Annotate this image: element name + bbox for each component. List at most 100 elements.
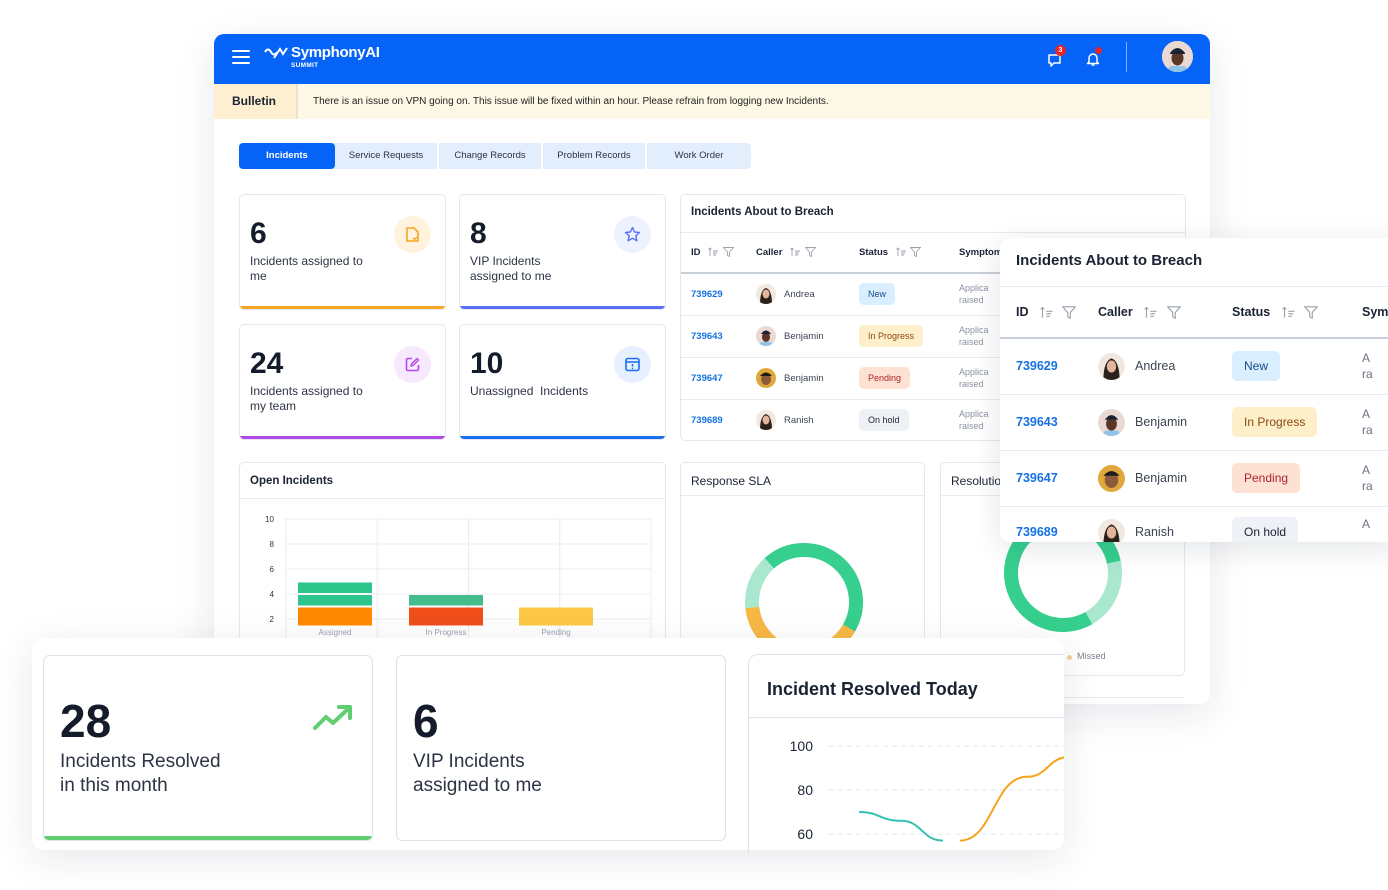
column-label: Caller <box>1098 304 1133 319</box>
y-tick-label: 100 <box>790 738 814 754</box>
tab-change-records[interactable]: Change Records <box>439 143 543 169</box>
edit-icon <box>405 357 420 372</box>
y-tick-label: 8 <box>270 540 275 549</box>
filter-icon[interactable] <box>1166 306 1181 320</box>
column-header-caller[interactable]: Caller <box>1098 287 1232 338</box>
x-tick-label: Pending <box>541 628 570 637</box>
panel-title: Incidents About to Breach <box>1016 252 1203 269</box>
stat-card-vip-assigned[interactable]: 8 VIP Incidents assigned to me <box>459 194 666 310</box>
filter-icon[interactable] <box>722 247 734 258</box>
vip-incidents-card[interactable]: 6 VIP Incidents assigned to me <box>396 655 726 841</box>
user-avatar[interactable] <box>1162 41 1193 72</box>
resolved-month-card[interactable]: 28 Incidents Resolved in this month <box>43 655 373 841</box>
sort-icon[interactable] <box>1281 306 1297 319</box>
incident-id-link[interactable]: 739643 <box>1016 415 1058 429</box>
menu-icon[interactable] <box>232 50 250 64</box>
incident-id-link[interactable]: 739647 <box>1016 471 1058 485</box>
tab-problem-records[interactable]: Problem Records <box>543 143 647 169</box>
table-row[interactable]: 739689 Ranish On hold A <box>1000 506 1388 542</box>
sort-icon[interactable] <box>1144 306 1159 319</box>
status-badge: On hold <box>859 409 909 432</box>
tab-incidents[interactable]: Incidents <box>239 143 335 169</box>
status-badge: In Progress <box>1232 407 1318 437</box>
stat-label-line: VIP Incidents <box>413 751 525 772</box>
stat-value: 8 <box>470 217 487 250</box>
bulletin-bar: Bulletin There is an issue on VPN going … <box>214 84 1210 119</box>
line-series <box>959 756 1064 842</box>
messages-button[interactable]: 3 <box>1047 45 1067 69</box>
column-header-id[interactable]: ID <box>681 233 756 273</box>
column-label: Status <box>1232 304 1271 319</box>
table-row[interactable]: 739647 Benjamin Pending Ara <box>1000 450 1388 506</box>
status-badge: In Progress <box>859 325 924 347</box>
sort-icon[interactable] <box>790 247 802 257</box>
column-header-status[interactable]: Status <box>859 233 959 273</box>
stat-accent-bar <box>240 306 445 309</box>
stat-accent-bar <box>44 836 372 840</box>
stat-card-assigned-to-me[interactable]: 6 Incidents assigned to me <box>239 194 446 310</box>
y-tick-label: 60 <box>797 826 813 842</box>
filter-icon[interactable] <box>1304 306 1319 320</box>
donut-slice <box>764 543 863 632</box>
caller-cell: Andrea <box>1098 352 1232 380</box>
column-label: ID <box>691 247 701 258</box>
filter-icon[interactable] <box>1062 306 1077 320</box>
stat-label: Incidents Resolved in this month <box>60 750 221 798</box>
symptom-cell: Ara <box>1362 463 1373 493</box>
notification-dot <box>1095 47 1102 54</box>
bulletin-message: There is an issue on VPN going on. This … <box>313 96 829 107</box>
incident-id-link[interactable]: 739643 <box>691 331 723 342</box>
table-row[interactable]: 739629 Andrea New Ara <box>1000 338 1388 394</box>
incident-id-link[interactable]: 739647 <box>691 373 723 384</box>
stat-accent-bar <box>240 436 445 439</box>
column-label: Status <box>859 247 889 258</box>
column-header-status[interactable]: Status <box>1232 287 1362 338</box>
column-label: Symptom <box>1362 305 1388 319</box>
panel-title: Incidents About to Breach <box>691 206 834 218</box>
tab-service-requests[interactable]: Service Requests <box>335 143 439 169</box>
stat-icon-badge <box>394 216 431 253</box>
column-header-caller[interactable]: Caller <box>756 233 859 273</box>
column-header-id[interactable]: ID <box>1000 287 1098 338</box>
caller-cell: Ranish <box>756 410 859 431</box>
status-badge: New <box>859 283 896 306</box>
stat-label-line: in this month <box>60 775 168 796</box>
notifications-button[interactable] <box>1086 47 1106 69</box>
incident-id-link[interactable]: 739689 <box>691 415 723 426</box>
y-tick-label: 80 <box>797 782 813 798</box>
bar-segment <box>409 607 483 626</box>
caller-avatar <box>1098 408 1125 436</box>
caller-avatar <box>756 326 776 346</box>
symptom-cell: Ara <box>1362 351 1373 382</box>
filter-icon[interactable] <box>804 247 816 258</box>
incident-id-link[interactable]: 739689 <box>1016 525 1058 539</box>
brand-name: SymphonyAI <box>291 44 380 61</box>
caller-name: Benjamin <box>784 330 824 342</box>
sort-icon[interactable] <box>1040 306 1055 319</box>
avatar-image <box>1162 41 1193 72</box>
symptom-cell: A <box>1362 516 1371 531</box>
caller-cell: Benjamin <box>1098 408 1232 436</box>
incident-id-link[interactable]: 739629 <box>691 289 723 300</box>
bar-segment <box>519 607 593 626</box>
stat-card-unassigned[interactable]: 10 Unassigned Incidents <box>459 324 666 440</box>
caller-avatar <box>1098 518 1125 542</box>
panel-title: Response SLA <box>691 474 772 488</box>
filter-icon[interactable] <box>910 247 922 258</box>
tab-work-order[interactable]: Work Order <box>647 143 751 169</box>
x-tick-label: Assigned <box>319 628 352 637</box>
stat-value: 28 <box>60 695 112 747</box>
caller-name: Benjamin <box>1135 415 1188 429</box>
status-badge: Pending <box>1232 463 1301 493</box>
stat-card-team-assigned[interactable]: 24 Incidents assigned to my team <box>239 324 446 440</box>
table-row[interactable]: 739643 Benjamin In Progress Ara <box>1000 394 1388 450</box>
star-icon <box>624 226 641 242</box>
bar-segment <box>298 582 372 593</box>
sort-icon[interactable] <box>895 247 908 257</box>
sort-icon[interactable] <box>708 247 720 257</box>
stat-label: Incidents assigned to me <box>250 254 363 283</box>
incident-id-link[interactable]: 739629 <box>1016 359 1058 373</box>
column-header-symptom[interactable]: Symptom <box>1362 287 1388 338</box>
donut-slice <box>745 558 775 609</box>
caller-name: Ranish <box>784 414 814 426</box>
